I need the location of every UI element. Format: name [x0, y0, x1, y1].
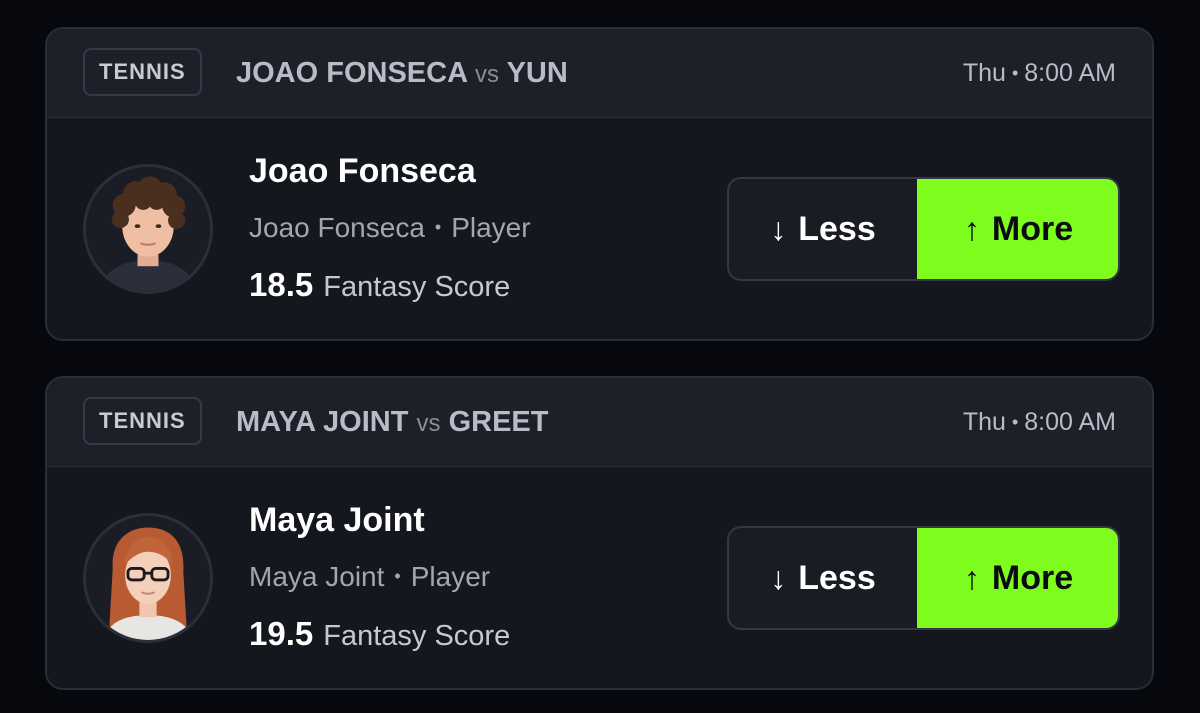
player-role: Player: [451, 212, 531, 243]
matchup-vs: vs: [416, 410, 441, 437]
arrow-up-icon: ↑: [963, 559, 980, 596]
game-clock: 8:00 AM: [1024, 408, 1116, 436]
game-day: Thu: [962, 59, 1006, 87]
game-clock: 8:00 AM: [1024, 59, 1116, 87]
subtitle-separator: •: [434, 217, 442, 237]
less-label: Less: [798, 558, 876, 597]
projection-value: 19.5: [249, 615, 314, 652]
time-separator: •: [1011, 63, 1019, 83]
matchup-vs: vs: [475, 61, 500, 88]
sport-tag: TENNIS: [83, 48, 202, 96]
projection-card: TENNIS JOAO FONSECA vs YUN Thu•8:00 AM: [45, 27, 1154, 341]
matchup-player-a: JOAO FONSECA: [236, 57, 467, 89]
subtitle-separator: •: [394, 566, 401, 586]
arrow-down-icon: ↓: [770, 559, 787, 596]
player-subtitle: Maya Joint • Player: [249, 558, 490, 595]
matchup-title: MAYA JOINT vs GREET: [236, 402, 601, 442]
player-subtitle: Joao Fonseca • Player: [249, 209, 531, 246]
less-label: Less: [798, 209, 876, 248]
more-button[interactable]: ↑ More: [917, 528, 1118, 628]
arrow-up-icon: ↑: [963, 210, 980, 247]
player-sub-name: Joao Fonseca: [249, 212, 425, 243]
projection-value: 18.5: [249, 266, 314, 303]
player-name: Joao Fonseca: [249, 152, 476, 190]
player-avatar: [83, 164, 213, 294]
stat-line: 18.5 Fantasy Score: [249, 263, 510, 314]
matchup-player-b: YUN: [506, 57, 568, 89]
game-time: Thu • 8:00 AM: [963, 402, 1116, 442]
arrow-down-icon: ↓: [770, 210, 787, 247]
less-button[interactable]: ↓ Less: [729, 528, 917, 628]
player-sub-name: Maya Joint: [249, 561, 385, 592]
more-label: More: [991, 558, 1074, 597]
pick-toggle: ↓ Less ↑ More: [727, 526, 1120, 630]
pick-toggle: ↓ Less ↑ More: [727, 177, 1120, 281]
stat-type: Fantasy Score: [323, 620, 511, 652]
time-separator: •: [1011, 412, 1019, 432]
card-header: TENNIS JOAO FONSECA vs YUN Thu • 8:00 AM: [47, 29, 1152, 118]
stat-type: Fantasy Score: [323, 271, 511, 303]
player-avatar: [83, 513, 213, 643]
game-time: Thu • 8:00 AM: [963, 53, 1116, 93]
more-button[interactable]: ↑ More: [917, 179, 1118, 279]
more-label: More: [991, 209, 1074, 248]
stat-line: 19.5 Fantasy Score: [249, 612, 510, 663]
matchup-title: JOAO FONSECA vs YUN: [236, 53, 601, 93]
player-role: Player: [410, 561, 491, 592]
matchup-player-a: MAYA JOINT: [236, 406, 409, 438]
card-header: TENNIS MAYA JOINT vs GREET Thu • 8:00 AM: [47, 378, 1152, 467]
matchup-player-b: GREET: [448, 406, 549, 438]
player-name: Maya Joint: [249, 501, 425, 539]
sport-tag: TENNIS: [83, 397, 202, 445]
less-button[interactable]: ↓ Less: [729, 179, 917, 279]
game-day: Thu: [962, 408, 1006, 436]
projection-card: TENNIS MAYA JOINT vs GREET Thu•8:00 AM: [45, 376, 1154, 690]
